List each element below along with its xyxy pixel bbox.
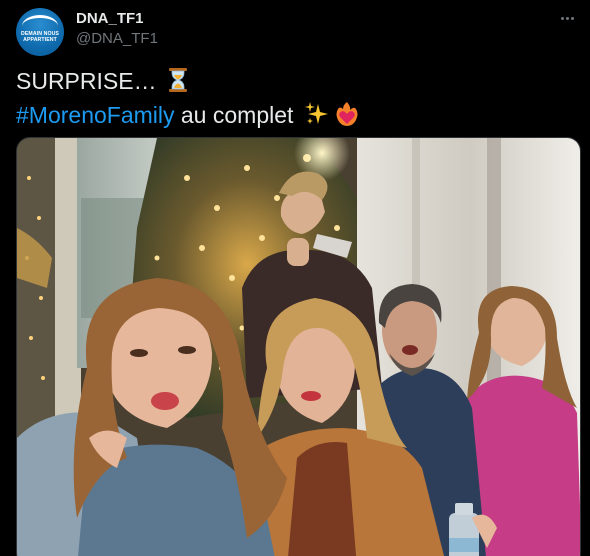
heart-on-fire-icon bbox=[334, 101, 360, 134]
display-name[interactable]: DNA_TF1 bbox=[76, 9, 158, 28]
sparkles-icon bbox=[304, 101, 330, 134]
tweet-line-2: #MorenoFamily au complet bbox=[16, 100, 576, 134]
tweet[interactable]: DEMAIN NOUS APPARTIENT DNA_TF1 @DNA_TF1 … bbox=[0, 0, 590, 556]
avatar[interactable]: DEMAIN NOUS APPARTIENT bbox=[16, 8, 64, 56]
family-selfie-photo bbox=[17, 138, 580, 556]
handle[interactable]: @DNA_TF1 bbox=[76, 28, 158, 49]
author-names: DNA_TF1 @DNA_TF1 bbox=[76, 8, 158, 58]
tweet-text-complet: au complet bbox=[174, 102, 300, 128]
tweet-line-1: SURPRISE… bbox=[16, 66, 576, 100]
more-dot bbox=[570, 16, 574, 20]
more-options-icon[interactable] bbox=[556, 10, 578, 26]
tweet-photo[interactable] bbox=[16, 137, 581, 556]
hashtag-link[interactable]: #MorenoFamily bbox=[16, 102, 175, 128]
tweet-text-surprise: SURPRISE… bbox=[16, 68, 163, 94]
more-dot bbox=[560, 16, 564, 20]
avatar-logo-text: DEMAIN NOUS APPARTIENT bbox=[21, 31, 59, 43]
tweet-text: SURPRISE… #MorenoFamily au complet bbox=[16, 66, 576, 134]
more-dot bbox=[565, 16, 569, 20]
hourglass-icon bbox=[167, 67, 189, 100]
tweet-header: DEMAIN NOUS APPARTIENT DNA_TF1 @DNA_TF1 bbox=[16, 8, 578, 58]
